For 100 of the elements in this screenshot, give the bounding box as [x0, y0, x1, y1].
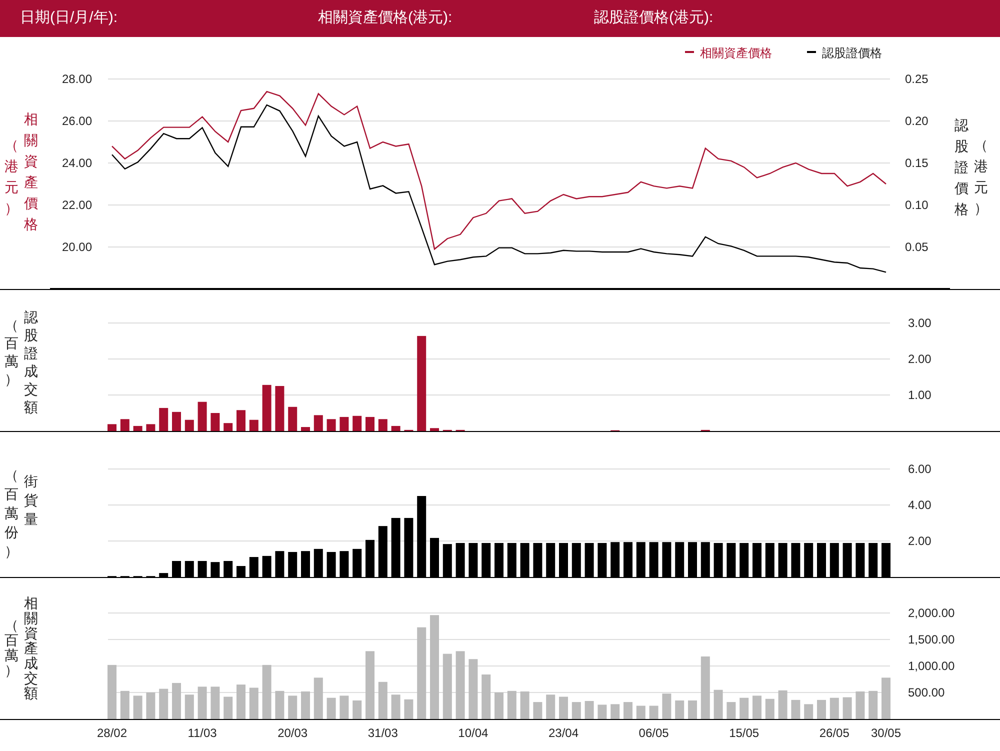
bar: [146, 424, 156, 431]
axis-label: 1,500.00: [908, 632, 955, 646]
axis-label: 2.00: [908, 534, 932, 548]
bar: [198, 686, 207, 719]
bar: [662, 694, 672, 719]
bar: [675, 700, 684, 719]
bar: [649, 706, 658, 719]
field-label: 日期(日/月/年):: [20, 8, 118, 28]
bar: [236, 684, 246, 719]
axis-title: 街貨量: [23, 472, 40, 529]
bar: [598, 704, 607, 719]
axis-unit: （百萬）: [3, 316, 20, 389]
bar: [224, 696, 233, 719]
bar: [765, 698, 774, 719]
bar: [572, 702, 581, 719]
axis-label: 0.10: [905, 198, 928, 212]
bar: [184, 420, 194, 431]
bar: [172, 682, 181, 719]
bar: [352, 700, 362, 719]
bar: [752, 696, 762, 719]
bar: [288, 406, 298, 431]
bar: [391, 694, 400, 719]
bar: [482, 674, 491, 719]
axis-label: 11/03: [188, 726, 217, 740]
bar: [856, 691, 865, 719]
bar: [249, 688, 258, 719]
axis-label: 2.00: [908, 352, 932, 366]
bar: [198, 402, 207, 431]
axis-label: 3.00: [908, 316, 932, 330]
axis-label: 0.25: [905, 72, 928, 86]
bar: [210, 686, 220, 719]
bar: [352, 416, 362, 431]
axis-label: 0.15: [905, 156, 928, 170]
bar: [288, 696, 298, 719]
bar: [391, 426, 400, 431]
axis-label: 2,000.00: [908, 606, 955, 620]
axis-title: 認股證價格: [953, 116, 970, 219]
axis-unit: （百萬）: [3, 618, 20, 680]
bar: [224, 423, 233, 431]
bar: [378, 419, 388, 431]
bar: [275, 386, 284, 431]
bar: [714, 690, 723, 719]
axis-label: 500.00: [908, 686, 945, 700]
axis-label: 23/04: [548, 726, 579, 740]
axis-label: 0.05: [905, 240, 928, 254]
bar: [326, 419, 336, 431]
axis-label: 28.00: [62, 72, 92, 86]
bar: [172, 412, 181, 431]
bar: [636, 706, 646, 719]
bar: [817, 700, 826, 719]
legend-label: 相關資產價格: [700, 46, 772, 60]
bar: [262, 384, 272, 431]
bar: [520, 691, 530, 719]
bar: [610, 704, 620, 719]
bar: [184, 694, 194, 719]
bar: [778, 690, 788, 719]
bar: [275, 690, 284, 719]
bar: [133, 696, 142, 719]
bar: [882, 678, 890, 719]
bar: [533, 702, 542, 719]
bar: [494, 692, 504, 719]
bar: [159, 408, 168, 431]
axis-label: 20.00: [62, 240, 92, 254]
axis-label: 31/03: [368, 726, 398, 740]
legend-label: 認股證價格: [822, 46, 882, 60]
field-label: 認股證價格(港元):: [594, 8, 714, 28]
bar: [559, 696, 568, 719]
bar: [314, 678, 323, 719]
bar: [740, 698, 749, 719]
axis-label: 20/03: [278, 726, 308, 740]
bar: [546, 694, 556, 719]
axis-title: 相關資產價格: [23, 110, 40, 234]
bar: [159, 688, 168, 719]
axis-unit: （百萬份）: [3, 466, 20, 561]
bar: [456, 651, 465, 719]
axis-label: 0.20: [905, 114, 928, 128]
bar: [120, 690, 130, 719]
bar: [430, 428, 439, 431]
bar: [314, 415, 323, 431]
axis-label: 24.00: [62, 156, 92, 170]
bar: [868, 690, 878, 719]
bar: [688, 700, 697, 719]
axis-label: 1,000.00: [908, 659, 955, 673]
axis-label: 6.00: [908, 462, 932, 476]
axis-unit: （港元）: [3, 136, 20, 218]
bar: [507, 690, 516, 719]
axis-label: 22.00: [62, 198, 92, 212]
bar: [830, 698, 839, 719]
bar: [210, 413, 220, 431]
bar: [468, 659, 478, 719]
bar: [340, 416, 349, 431]
bar: [366, 651, 374, 719]
bar: [108, 664, 116, 719]
bar: [236, 410, 246, 431]
bar: [791, 700, 800, 719]
bar: [404, 699, 414, 719]
bar: [340, 696, 349, 719]
axis-label: 28/02: [96, 726, 128, 740]
axis-label: 15/05: [729, 726, 760, 740]
axis-label: 30/05: [870, 726, 902, 740]
